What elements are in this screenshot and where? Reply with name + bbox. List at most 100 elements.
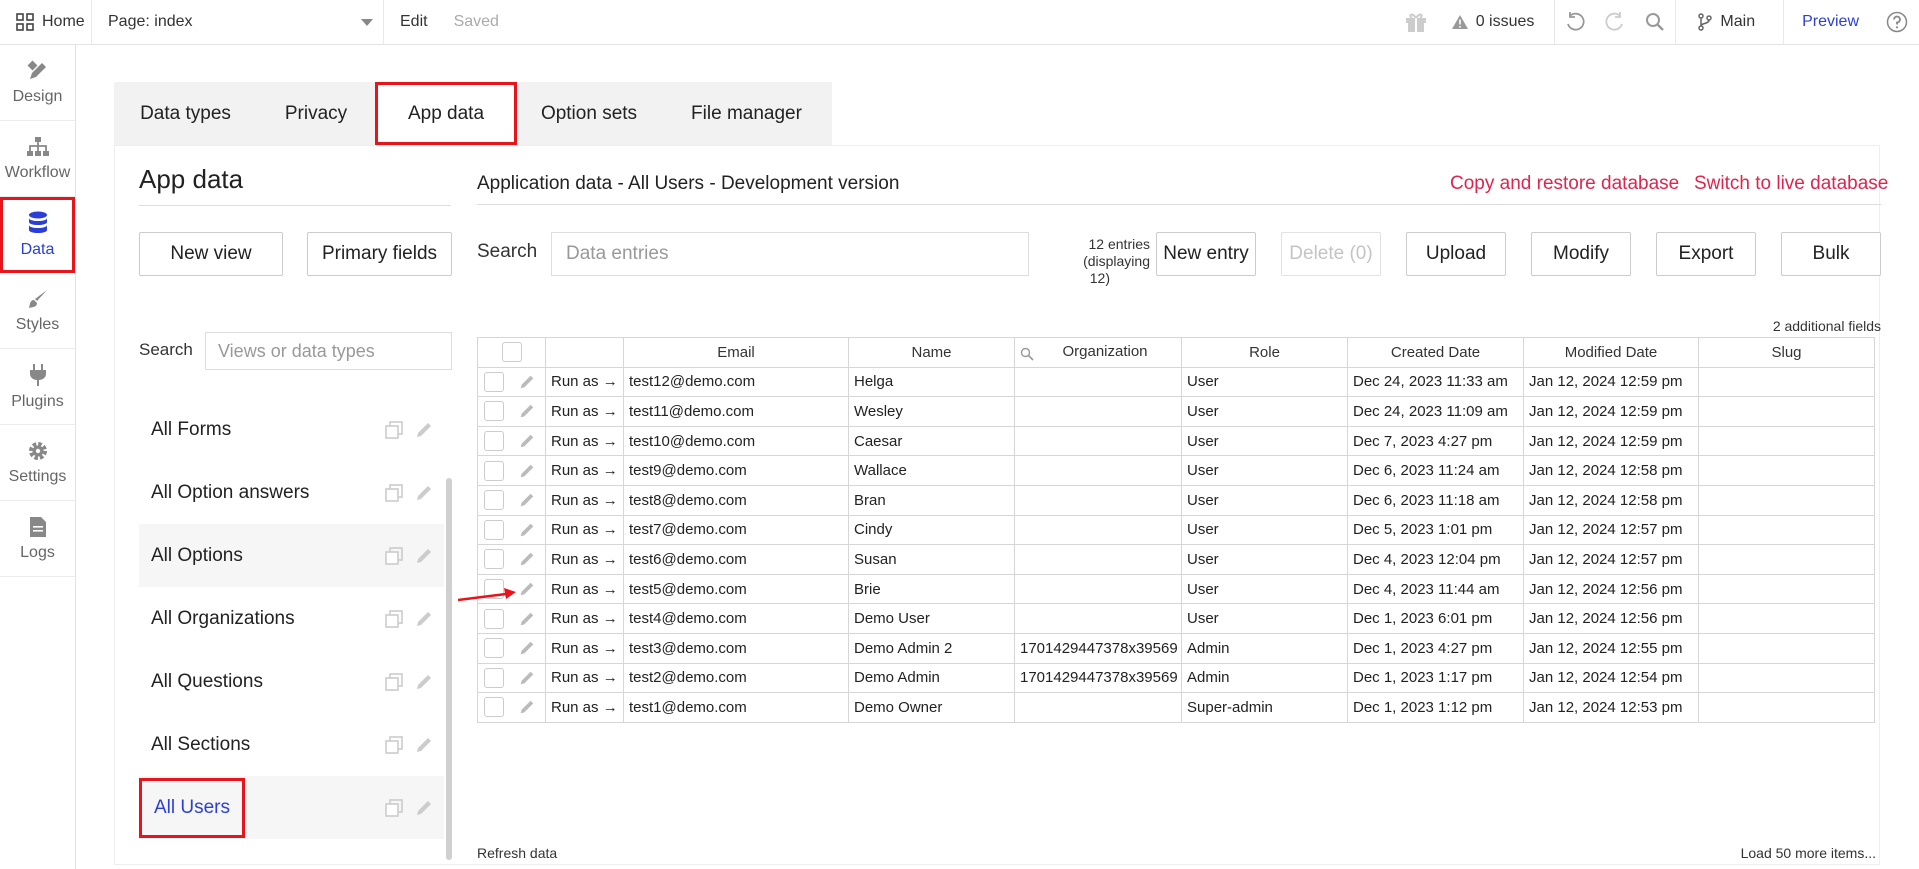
run-as-link[interactable]: Run as → bbox=[545, 425, 624, 457]
row-select-cell[interactable] bbox=[477, 692, 546, 723]
tab-file-manager[interactable]: File manager bbox=[661, 82, 832, 145]
cell-role[interactable]: User bbox=[1181, 396, 1348, 427]
cell-created-date[interactable]: Dec 5, 2023 1:01 pm bbox=[1347, 514, 1524, 546]
modify-button[interactable]: Modify bbox=[1531, 232, 1631, 276]
cell-modified-date[interactable]: Jan 12, 2024 12:57 pm bbox=[1523, 514, 1699, 546]
view-item-all-sections[interactable]: All Sections bbox=[139, 713, 444, 776]
nav-styles[interactable]: Styles bbox=[0, 273, 75, 349]
primary-fields-button[interactable]: Primary fields bbox=[307, 232, 452, 276]
entries-search-input[interactable]: Data entries bbox=[551, 232, 1029, 276]
cell-name[interactable]: Demo Owner bbox=[848, 692, 1015, 723]
views-scrollbar[interactable] bbox=[446, 478, 452, 860]
cell-organization[interactable] bbox=[1014, 544, 1182, 575]
copy-icon[interactable] bbox=[384, 483, 404, 503]
tab-privacy[interactable]: Privacy bbox=[257, 82, 375, 145]
run-as-link[interactable]: Run as → bbox=[545, 544, 624, 575]
table-row[interactable]: Run as → test8@demo.com Bran User Dec 6, 202… bbox=[477, 484, 1875, 516]
pencil-icon[interactable] bbox=[518, 432, 536, 450]
page-selector[interactable]: Page: index bbox=[92, 0, 384, 44]
cell-name[interactable]: Cindy bbox=[848, 514, 1015, 546]
pencil-icon[interactable] bbox=[414, 483, 434, 503]
cell-email[interactable]: test8@demo.com bbox=[623, 484, 849, 516]
cell-name[interactable]: Demo Admin 2 bbox=[848, 632, 1015, 664]
nav-data[interactable]: Data bbox=[0, 197, 75, 273]
cell-role[interactable]: User bbox=[1181, 366, 1348, 398]
column-role[interactable]: Role bbox=[1181, 337, 1348, 368]
cell-slug[interactable] bbox=[1698, 662, 1875, 694]
cell-name[interactable]: Wesley bbox=[848, 396, 1015, 427]
cell-organization[interactable] bbox=[1014, 484, 1182, 516]
help-button[interactable] bbox=[1875, 0, 1919, 44]
row-select-cell[interactable] bbox=[477, 603, 546, 634]
cell-email[interactable]: test3@demo.com bbox=[623, 632, 849, 664]
table-row[interactable]: Run as → test5@demo.com Brie User Dec 4, 202… bbox=[477, 573, 1875, 605]
table-row[interactable]: Run as → test6@demo.com Susan User Dec 4, 20… bbox=[477, 544, 1875, 575]
table-row[interactable]: Run as → test3@demo.com Demo Admin 2 170142… bbox=[477, 632, 1875, 664]
search-button[interactable] bbox=[1635, 0, 1675, 44]
cell-name[interactable]: Brie bbox=[848, 573, 1015, 605]
cell-slug[interactable] bbox=[1698, 455, 1875, 486]
run-as-link[interactable]: Run as → bbox=[545, 514, 624, 546]
cell-created-date[interactable]: Dec 24, 2023 11:09 am bbox=[1347, 396, 1524, 427]
row-checkbox[interactable] bbox=[484, 667, 504, 688]
cell-email[interactable]: test2@demo.com bbox=[623, 662, 849, 694]
cell-email[interactable]: test6@demo.com bbox=[623, 544, 849, 575]
pencil-icon[interactable] bbox=[518, 491, 536, 509]
pencil-icon[interactable] bbox=[414, 546, 434, 566]
cell-name[interactable]: Demo User bbox=[848, 603, 1015, 634]
pencil-icon[interactable] bbox=[518, 550, 536, 568]
cell-created-date[interactable]: Dec 1, 2023 1:12 pm bbox=[1347, 692, 1524, 723]
tab-data-types[interactable]: Data types bbox=[114, 82, 257, 145]
column-email[interactable]: Email bbox=[623, 337, 849, 368]
cell-created-date[interactable]: Dec 4, 2023 11:44 am bbox=[1347, 573, 1524, 605]
view-item-all-organizations[interactable]: All Organizations bbox=[139, 587, 444, 650]
pencil-icon[interactable] bbox=[414, 735, 434, 755]
row-checkbox[interactable] bbox=[484, 371, 504, 392]
column-organization[interactable]: Organization bbox=[1014, 337, 1182, 368]
pencil-icon[interactable] bbox=[414, 798, 434, 818]
pencil-icon[interactable] bbox=[518, 402, 536, 420]
redo-button[interactable] bbox=[1595, 0, 1635, 44]
pencil-icon[interactable] bbox=[414, 420, 434, 440]
row-select-cell[interactable] bbox=[477, 455, 546, 486]
cell-created-date[interactable]: Dec 1, 2023 4:27 pm bbox=[1347, 632, 1524, 664]
row-select-cell[interactable] bbox=[477, 544, 546, 575]
nav-plugins[interactable]: Plugins bbox=[0, 349, 75, 425]
cell-slug[interactable] bbox=[1698, 632, 1875, 664]
tab-app-data[interactable]: App data bbox=[375, 82, 517, 145]
column-modified-date[interactable]: Modified Date bbox=[1523, 337, 1699, 368]
export-button[interactable]: Export bbox=[1656, 232, 1756, 276]
pencil-icon[interactable] bbox=[518, 610, 536, 628]
cell-modified-date[interactable]: Jan 12, 2024 12:59 pm bbox=[1523, 396, 1699, 427]
cell-role[interactable]: User bbox=[1181, 514, 1348, 546]
cell-organization[interactable] bbox=[1014, 514, 1182, 546]
select-all-cell[interactable] bbox=[477, 337, 546, 368]
cell-slug[interactable] bbox=[1698, 425, 1875, 457]
row-checkbox[interactable] bbox=[484, 490, 504, 511]
cell-organization[interactable]: 1701429447378x39569 bbox=[1014, 632, 1182, 664]
copy-icon[interactable] bbox=[384, 546, 404, 566]
table-row[interactable]: Run as → test4@demo.com Demo User User Dec 1… bbox=[477, 603, 1875, 634]
run-as-link[interactable]: Run as → bbox=[545, 662, 624, 694]
cell-role[interactable]: User bbox=[1181, 573, 1348, 605]
copy-icon[interactable] bbox=[384, 420, 404, 440]
table-row[interactable]: Run as → test9@demo.com Wallace User Dec 6, … bbox=[477, 455, 1875, 486]
select-all-checkbox[interactable] bbox=[501, 342, 522, 363]
edit-menu[interactable]: Edit bbox=[384, 13, 428, 31]
cell-organization[interactable] bbox=[1014, 396, 1182, 427]
cell-created-date[interactable]: Dec 1, 2023 6:01 pm bbox=[1347, 603, 1524, 634]
cell-name[interactable]: Helga bbox=[848, 366, 1015, 398]
cell-role[interactable]: User bbox=[1181, 603, 1348, 634]
cell-name[interactable]: Caesar bbox=[848, 425, 1015, 457]
cell-modified-date[interactable]: Jan 12, 2024 12:58 pm bbox=[1523, 455, 1699, 486]
run-as-link[interactable]: Run as → bbox=[545, 573, 624, 605]
cell-name[interactable]: Susan bbox=[848, 544, 1015, 575]
cell-role[interactable]: User bbox=[1181, 425, 1348, 457]
tab-option-sets[interactable]: Option sets bbox=[517, 82, 661, 145]
table-row[interactable]: Run as → test11@demo.com Wesley User Dec 24,… bbox=[477, 396, 1875, 427]
row-checkbox[interactable] bbox=[484, 608, 504, 629]
pencil-icon[interactable] bbox=[518, 521, 536, 539]
cell-organization[interactable] bbox=[1014, 692, 1182, 723]
table-row[interactable]: Run as → test10@demo.com Caesar User Dec 7, … bbox=[477, 425, 1875, 457]
views-search-input[interactable]: Views or data types bbox=[205, 332, 452, 370]
